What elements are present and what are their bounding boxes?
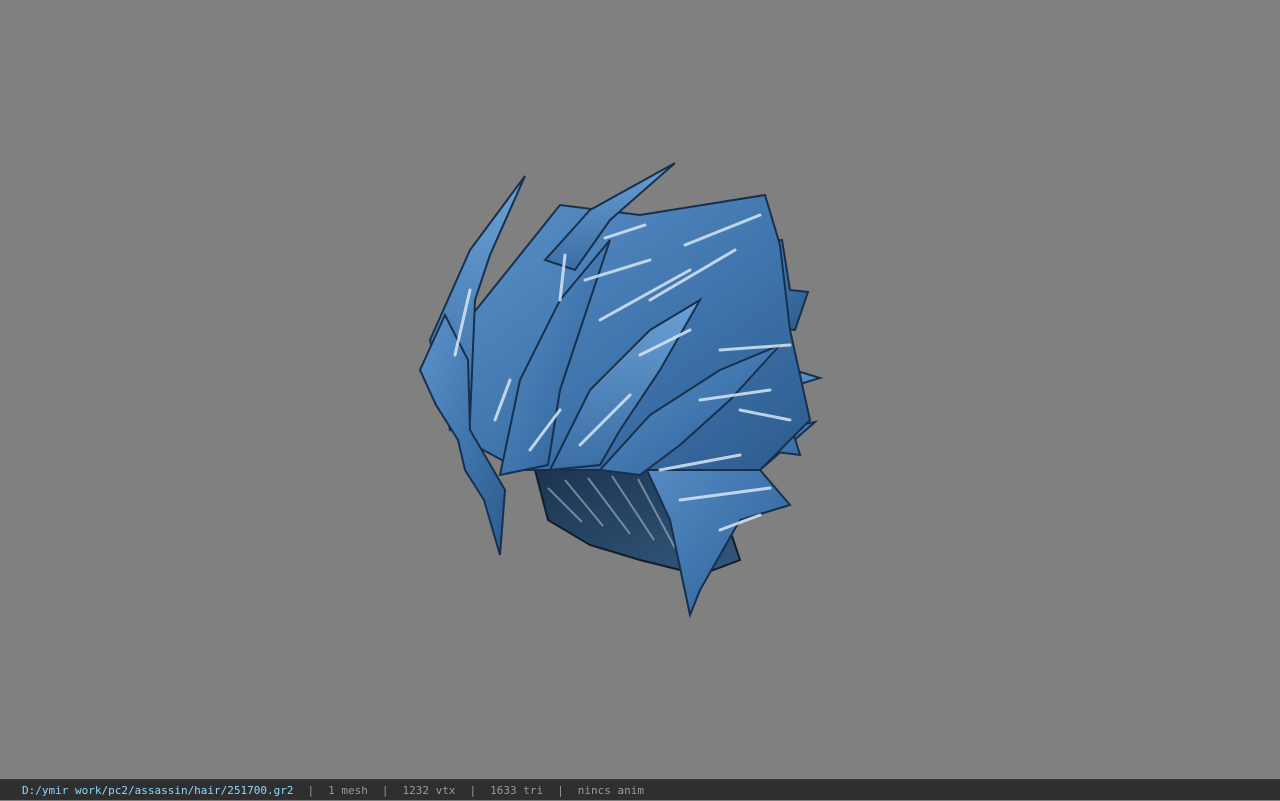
mesh-count: 1 mesh: [328, 783, 368, 797]
status-separator: |: [469, 783, 477, 797]
status-separator: |: [307, 783, 315, 797]
status-separator: |: [557, 783, 564, 797]
hair-model-render[interactable]: [0, 0, 1280, 779]
triangle-count: 1633 tri: [490, 783, 544, 797]
3d-viewport[interactable]: [0, 0, 1280, 779]
vertex-count: 1232 vtx: [402, 783, 456, 797]
animation-status: nincs anim: [577, 783, 644, 797]
status-separator: |: [381, 783, 389, 797]
file-path: D:/ymir work/pc2/assassin/hair/251700.gr…: [22, 783, 294, 797]
status-bar: D:/ymir work/pc2/assassin/hair/251700.gr…: [0, 779, 1280, 800]
